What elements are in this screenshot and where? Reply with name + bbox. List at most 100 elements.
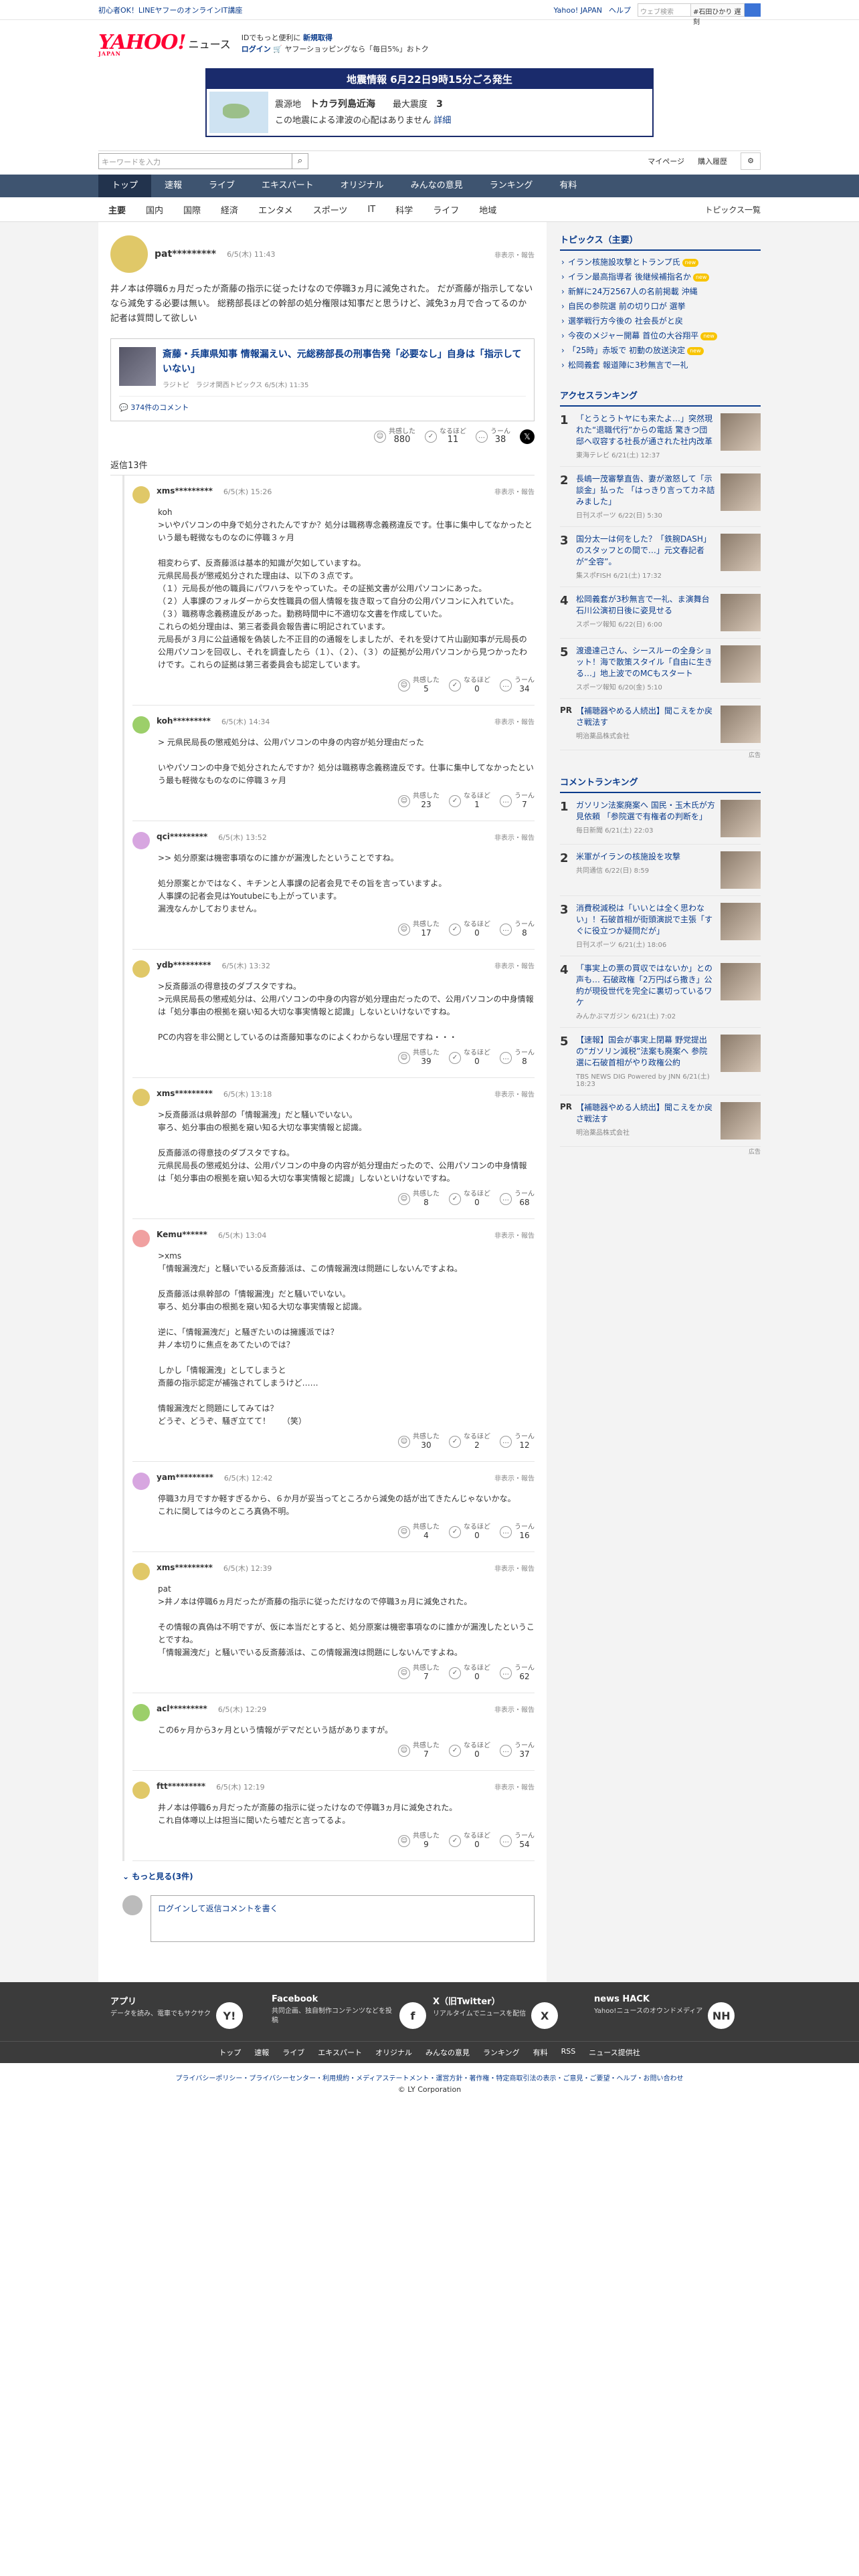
footer-link[interactable]: ランキング [483, 2047, 520, 2058]
footer-col[interactable]: news HACK Yahoo!ニュースのオウンドメディア NH [594, 1994, 749, 2029]
reply-user[interactable]: yam********* [157, 1473, 213, 1482]
topic-item[interactable]: 選挙戦行方今後の 社会長がと戻 [560, 314, 761, 328]
ranking-item[interactable]: 2 米軍がイランの核施設を攻撃 共同通信 6/22(日) 8:59 [560, 845, 761, 896]
cat-science[interactable]: 科学 [385, 203, 423, 216]
mypage-link[interactable]: マイページ [648, 156, 684, 167]
reply-user[interactable]: qci********* [157, 832, 207, 841]
show-more-button[interactable]: ⌄ もっと見る(3件) [122, 1870, 535, 1882]
earthquake-banner[interactable]: 地震情報 6月22日9時15分ごろ発生 震源地 トカラ列島近海 最大震度 3 こ… [205, 68, 654, 137]
hide-report-button[interactable]: 非表示・報告 [494, 1473, 535, 1483]
login-link[interactable]: ログイン [158, 1904, 190, 1913]
x-share-icon[interactable]: 𝕏 [520, 429, 535, 444]
hide-report-button[interactable]: 非表示・報告 [494, 1089, 535, 1099]
convinced-button[interactable]: ✓ なるほど 2 [449, 1433, 490, 1451]
news-search-input[interactable]: キーワードを入力 [98, 152, 292, 169]
ranking-item[interactable]: 3 消費税減税は「いいとは全く思わない」！石破首相が街頭演説で主張「すぐに役立つか… [560, 896, 761, 956]
convinced-button[interactable]: ✓ なるほど 0 [449, 1742, 490, 1759]
footer-link[interactable]: 有料 [533, 2047, 548, 2058]
help-link[interactable]: ヘルプ [609, 5, 631, 15]
nav-original[interactable]: オリジナル [327, 175, 397, 197]
reply-user[interactable]: acl********* [157, 1704, 207, 1713]
footer-link[interactable]: みんなの意見 [425, 2047, 470, 2058]
empathize-button[interactable]: ☺ 共感した 7 [398, 1742, 440, 1759]
hmm-button[interactable]: … うーん 38 [476, 428, 510, 445]
article-card[interactable]: 斎藤・兵庫県知事 情報漏えい、元総務部長の刑事告発「必要なし」自身は「指示してい… [110, 338, 535, 421]
footer-col[interactable]: X（旧Twitter） リアルタイムでニュースを配信 X [433, 1994, 587, 2029]
post-user[interactable]: pat********* [155, 249, 216, 259]
cat-life[interactable]: ライフ [423, 203, 469, 216]
signup-link[interactable]: 新規取得 [303, 33, 332, 42]
reply-user[interactable]: koh********* [157, 716, 211, 726]
topic-item[interactable]: 「25時」赤坂で 初動の放送決定new [560, 343, 761, 358]
reply-user[interactable]: ftt********* [157, 1782, 205, 1791]
hide-report-button[interactable]: 非表示・報告 [494, 1230, 535, 1240]
empathize-button[interactable]: ☺ 共感した 4 [398, 1523, 440, 1541]
footer-link[interactable]: オリジナル [375, 2047, 412, 2058]
yahoo-japan-link[interactable]: Yahoo! JAPAN [553, 6, 602, 15]
hide-report-button[interactable]: 非表示・報告 [494, 1782, 535, 1792]
reply-user[interactable]: xms********* [157, 486, 213, 496]
ranking-item[interactable]: 2 長嶋一茂審撃直告、妻が激怒して「示談金」払った 「はっきり言ってカネ詰みました… [560, 467, 761, 527]
web-search-trend[interactable]: #石田ひかり 遅刻 [691, 3, 745, 26]
hide-report-button[interactable]: 非表示・報告 [494, 1563, 535, 1573]
topics-list-link[interactable]: トピックス一覧 [704, 204, 761, 215]
empathize-button[interactable]: ☺ 共感した 23 [398, 792, 440, 810]
topic-item[interactable]: 今夜のメジャー開幕 首位の大谷翔平new [560, 328, 761, 343]
pr-item[interactable]: PR 【補聴器やめる人続出】聞こえをか戻さ戦法す 明治薬品株式会社 [560, 1095, 761, 1147]
shopping-link[interactable]: ヤフーショッピングなら「毎日5%」おトク [284, 45, 428, 53]
empathize-button[interactable]: ☺ 共感した 880 [374, 428, 415, 445]
footer-link[interactable]: 速報 [254, 2047, 269, 2058]
convinced-button[interactable]: ✓ なるほど 0 [449, 1832, 490, 1850]
ranking-item[interactable]: 4 松岡義套が3秒無言で一礼、ま演舞台石川公演初日後に姿見せる スポーツ報知 6/2… [560, 587, 761, 639]
topic-item[interactable]: 新鮮に24万2567人の名前掲載 沖縄 [560, 284, 761, 299]
hide-report-button[interactable]: 非表示・報告 [494, 486, 535, 496]
nav-live[interactable]: ライブ [195, 175, 248, 197]
hmm-button[interactable]: … うーん 68 [500, 1190, 535, 1208]
cat-main[interactable]: 主要 [98, 203, 136, 216]
footer-col[interactable]: Facebook 共同企画、独自制作コンテンツなどを投稿 f [272, 1994, 426, 2029]
topic-item[interactable]: 松岡義套 報道陣に3秒無言で一礼 [560, 358, 761, 372]
cat-sports[interactable]: スポーツ [303, 203, 358, 216]
hmm-button[interactable]: … うーん 16 [500, 1523, 535, 1541]
topic-item[interactable]: イラン核施設攻撃とトランプ氏new [560, 255, 761, 270]
article-comment-count[interactable]: 💬 374件のコメント [119, 396, 526, 413]
hmm-button[interactable]: … うーん 7 [500, 792, 535, 810]
nav-expert[interactable]: エキスパート [248, 175, 327, 197]
convinced-button[interactable]: ✓ なるほど 11 [425, 428, 466, 445]
reply-user[interactable]: xms********* [157, 1089, 213, 1098]
footer-link[interactable]: ニュース提供社 [589, 2047, 640, 2058]
nav-opinions[interactable]: みんなの意見 [397, 175, 476, 197]
empathize-button[interactable]: ☺ 共感した 7 [398, 1665, 440, 1682]
hmm-button[interactable]: … うーん 62 [500, 1665, 535, 1682]
hmm-button[interactable]: … うーん 12 [500, 1433, 535, 1451]
footer-link[interactable]: ライブ [282, 2047, 304, 2058]
cat-local[interactable]: 地域 [469, 203, 506, 216]
quake-detail-link[interactable]: 詳細 [434, 116, 451, 126]
footer-link[interactable]: エキスパート [318, 2047, 362, 2058]
gear-icon[interactable]: ⚙ [741, 152, 761, 170]
empathize-button[interactable]: ☺ 共感した 8 [398, 1190, 440, 1208]
empathize-button[interactable]: ☺ 共感した 30 [398, 1433, 440, 1451]
footer-col[interactable]: アプリ データを読み、電車でもサクサク Y! [110, 1994, 265, 2029]
hmm-button[interactable]: … うーん 8 [500, 921, 535, 938]
convinced-button[interactable]: ✓ なるほど 0 [449, 1190, 490, 1208]
footer-link[interactable]: RSS [561, 2047, 576, 2058]
hmm-button[interactable]: … うーん 34 [500, 677, 535, 694]
cat-entertainment[interactable]: エンタメ [248, 203, 303, 216]
nav-top[interactable]: トップ [98, 175, 152, 197]
convinced-button[interactable]: ✓ なるほど 0 [449, 677, 490, 694]
reply-input[interactable]: ログインして返信コメントを書く [151, 1895, 535, 1942]
search-icon[interactable]: ⌕ [292, 152, 308, 169]
ranking-item[interactable]: 5 渡邊達己さん、シースルーの全身ショット！海で散策スタイル「自由に生きる…」地上… [560, 639, 761, 699]
convinced-button[interactable]: ✓ なるほど 0 [449, 1523, 490, 1541]
hide-report-button[interactable]: 非表示・報告 [494, 249, 535, 259]
empathize-button[interactable]: ☺ 共感した 39 [398, 1049, 440, 1067]
cat-domestic[interactable]: 国内 [136, 203, 173, 216]
reply-user[interactable]: ydb********* [157, 960, 211, 970]
footer-link[interactable]: トップ [219, 2047, 241, 2058]
promo-link[interactable]: 初心者OK！LINEヤフーのオンラインIT講座 [98, 5, 242, 15]
convinced-button[interactable]: ✓ なるほど 0 [449, 1665, 490, 1682]
login-link[interactable]: ログイン [242, 45, 271, 53]
convinced-button[interactable]: ✓ なるほど 0 [449, 1049, 490, 1067]
hide-report-button[interactable]: 非表示・報告 [494, 716, 535, 726]
